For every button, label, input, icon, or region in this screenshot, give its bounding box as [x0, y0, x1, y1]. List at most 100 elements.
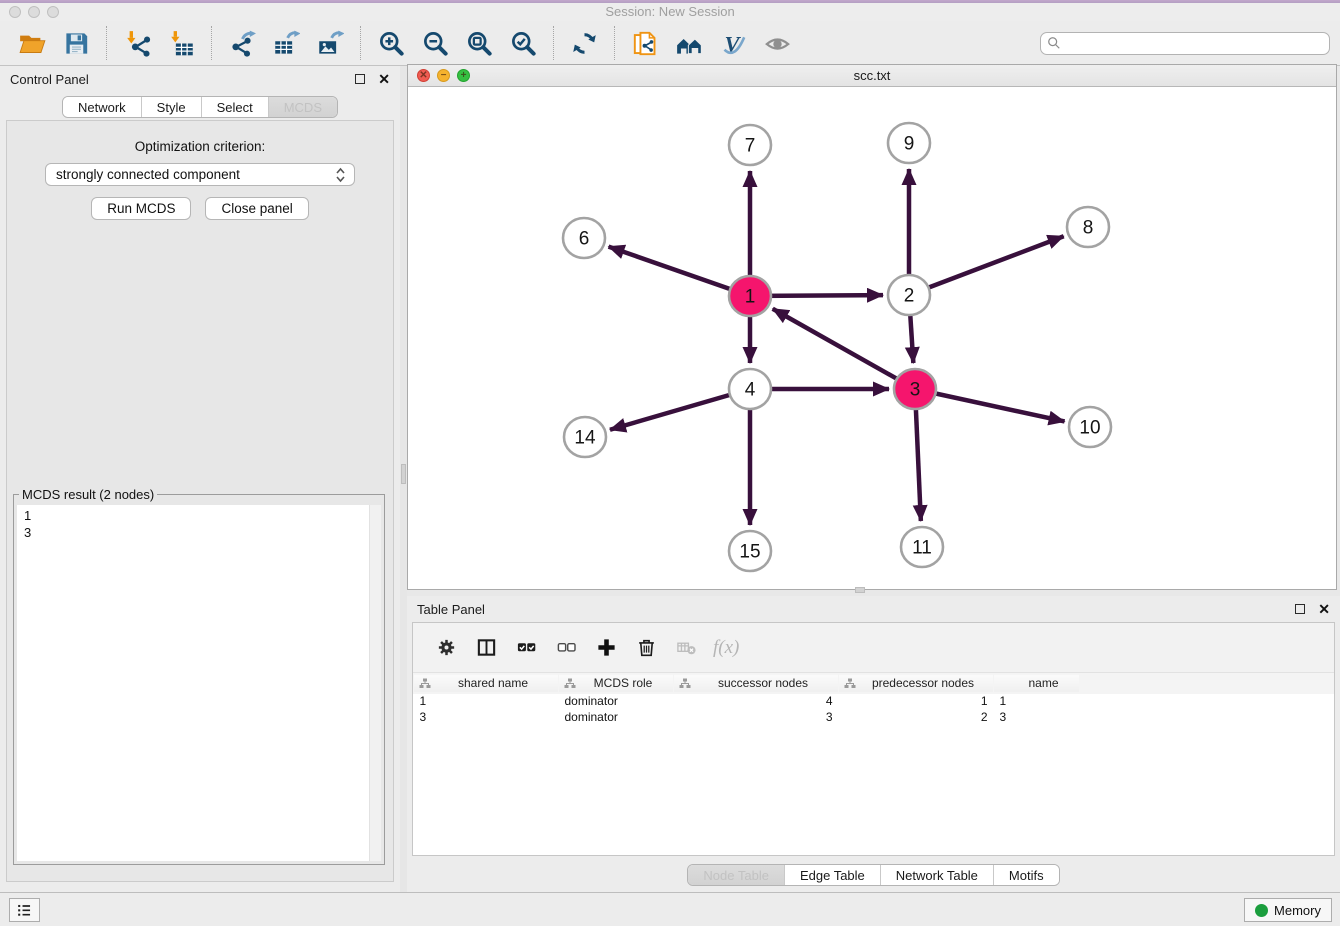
save-session-button[interactable] [61, 27, 91, 59]
network-view-window: ✕ − + scc.txt 7968124314101511 [407, 64, 1337, 590]
show-panels-button[interactable] [9, 898, 40, 922]
trash-icon [636, 637, 657, 658]
criterion-select[interactable]: strongly connected component [45, 163, 355, 186]
tab-motifs[interactable]: Motifs [994, 865, 1059, 885]
graph-edge-1-6[interactable] [609, 247, 750, 296]
window-title: Session: New Session [0, 3, 1340, 21]
function-builder-button-disabled: f(x) [709, 637, 739, 659]
create-network-view-button[interactable] [630, 27, 660, 59]
mcds-result-title: MCDS result (2 nodes) [19, 487, 157, 502]
memory-button[interactable]: Memory [1244, 898, 1332, 922]
select-all-button[interactable] [509, 631, 543, 665]
graph-node-label-7: 7 [745, 136, 756, 157]
select-all-icon [516, 637, 537, 658]
search-icon [1047, 36, 1061, 50]
graph-edge-2-8[interactable] [909, 236, 1064, 295]
memory-status-icon [1255, 904, 1268, 917]
zoom-in-icon [378, 30, 405, 57]
window-titlebar: Session: New Session [0, 3, 1340, 21]
table-row[interactable]: 3 dominator 3 2 3 [414, 709, 1080, 725]
import-table-button[interactable] [166, 27, 196, 59]
criterion-value: strongly connected component [56, 167, 335, 182]
mcds-panel: Optimization criterion: strongly connect… [6, 120, 394, 882]
tab-mcds[interactable]: MCDS [269, 97, 337, 117]
graph-edge-3-10[interactable] [915, 389, 1065, 421]
tab-style[interactable]: Style [142, 97, 202, 117]
first-neighbors-button[interactable] [674, 27, 704, 59]
search-input[interactable] [1061, 33, 1323, 54]
float-panel-icon[interactable] [1295, 604, 1305, 614]
table-panel-tabs: Node Table Edge Table Network Table Moti… [687, 864, 1059, 886]
tab-select[interactable]: Select [202, 97, 269, 117]
delete-column-button[interactable] [629, 631, 663, 665]
node-table-container: f(x) shared name MCDS role [412, 622, 1335, 856]
export-table-icon [273, 30, 300, 57]
zoom-in-button[interactable] [376, 27, 406, 59]
table-row[interactable]: 1 dominator 4 1 1 [414, 693, 1080, 709]
table-toolbar: f(x) [413, 623, 1334, 673]
column-type-icon [564, 678, 576, 692]
open-session-button[interactable] [17, 27, 47, 59]
control-panel-title: Control Panel [10, 72, 89, 87]
maximize-view-icon[interactable]: + [457, 69, 470, 82]
show-column-panes-button[interactable] [469, 631, 503, 665]
column-header-predecessor-nodes[interactable]: predecessor nodes [839, 674, 994, 693]
tab-network-table[interactable]: Network Table [881, 865, 994, 885]
column-header-name[interactable]: name [994, 674, 1080, 693]
float-panel-icon[interactable] [355, 74, 365, 84]
maximize-window-icon[interactable] [47, 6, 59, 18]
graph-edge-3-1[interactable] [773, 309, 915, 389]
zoom-selected-button[interactable] [508, 27, 538, 59]
zoom-out-icon [422, 30, 449, 57]
tab-edge-table[interactable]: Edge Table [785, 865, 881, 885]
network-window-titlebar[interactable]: ✕ − + scc.txt [408, 65, 1336, 87]
columns-icon [476, 637, 497, 658]
mcds-result-list[interactable]: 1 3 [17, 505, 381, 861]
splitter-handle[interactable] [401, 464, 406, 484]
toolbar-separator [106, 26, 107, 60]
search-field[interactable] [1040, 32, 1330, 55]
splitter-handle[interactable] [855, 587, 865, 593]
export-image-button[interactable] [315, 27, 345, 59]
show-graphics-details-button[interactable] [762, 27, 792, 59]
eye-icon [764, 30, 791, 57]
optimization-criterion-label: Optimization criterion: [7, 139, 393, 154]
add-column-button[interactable] [589, 631, 623, 665]
table-options-button[interactable] [429, 631, 463, 665]
network-document-icon [632, 30, 659, 57]
close-panel-icon[interactable]: ✕ [378, 74, 390, 84]
node-table: shared name MCDS role successor nodes [413, 673, 1080, 725]
zoom-out-button[interactable] [420, 27, 450, 59]
minimize-window-icon[interactable] [28, 6, 40, 18]
deselect-all-button[interactable] [549, 631, 583, 665]
run-mcds-button[interactable]: Run MCDS [91, 197, 191, 220]
minimize-view-icon[interactable]: − [437, 69, 450, 82]
home-icon [676, 30, 703, 57]
scrollbar[interactable] [369, 505, 381, 861]
close-window-icon[interactable] [9, 6, 21, 18]
export-table-button[interactable] [271, 27, 301, 59]
deselect-all-icon [556, 637, 577, 658]
graph-node-label-8: 8 [1083, 218, 1094, 239]
application-window: Session: New Session [0, 0, 1340, 926]
column-header-successor-nodes[interactable]: successor nodes [674, 674, 839, 693]
control-panel: Control Panel ✕ Network Style Select MCD… [0, 66, 400, 892]
table-panel-title: Table Panel [417, 602, 485, 617]
column-header-mcds-role[interactable]: MCDS role [559, 674, 674, 693]
column-header-shared-name[interactable]: shared name [414, 674, 559, 693]
tab-node-table[interactable]: Node Table [688, 865, 785, 885]
zoom-fit-button[interactable] [464, 27, 494, 59]
export-network-button[interactable] [227, 27, 257, 59]
network-view-title: scc.txt [854, 68, 891, 83]
column-type-icon [844, 678, 856, 692]
mcds-result-group: MCDS result (2 nodes) 1 3 [13, 487, 385, 865]
close-view-icon[interactable]: ✕ [417, 69, 430, 82]
refresh-view-button[interactable] [569, 27, 599, 59]
network-canvas[interactable]: 7968124314101511 [408, 87, 1336, 589]
vizmapper-button[interactable]: V [718, 27, 748, 59]
tab-network[interactable]: Network [63, 97, 142, 117]
zoom-selected-icon [510, 30, 537, 57]
import-network-button[interactable] [122, 27, 152, 59]
close-panel-icon[interactable]: ✕ [1318, 604, 1330, 614]
close-panel-button[interactable]: Close panel [205, 197, 308, 220]
